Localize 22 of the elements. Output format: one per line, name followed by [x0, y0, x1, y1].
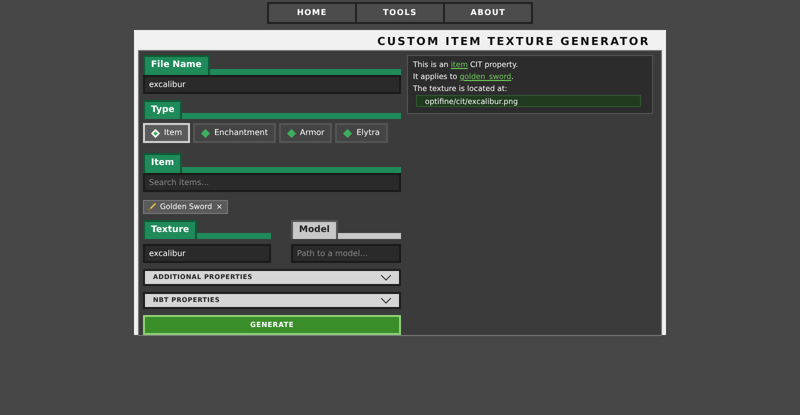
type-option[interactable]: Item — [143, 123, 190, 143]
input-field[interactable]: excalibur — [143, 74, 401, 94]
field-label: Type — [143, 100, 182, 119]
page-title: CUSTOM ITEM TEXTURE GENERATOR — [376, 34, 651, 50]
field-label: File Name — [143, 55, 210, 74]
field-label: Model — [291, 220, 338, 239]
nav-button[interactable]: TOOLS — [357, 4, 443, 22]
type-option[interactable]: Elytra — [335, 123, 388, 143]
diamond-icon — [286, 128, 296, 138]
input-field[interactable]: Path to a model... — [291, 244, 401, 263]
diamond-icon — [151, 128, 160, 138]
type-option[interactable]: Enchantment — [193, 123, 276, 143]
nav-button[interactable]: HOME — [269, 4, 355, 22]
diamond-icon — [343, 128, 352, 138]
diamond-icon — [201, 128, 210, 138]
sword-icon — [148, 202, 156, 210]
nav-button[interactable]: ABOUT — [445, 4, 531, 22]
field-label: Item — [143, 153, 182, 172]
field-label: Texture — [143, 220, 198, 239]
input-field[interactable]: Search items... — [143, 172, 401, 192]
type-option[interactable]: Armor — [278, 123, 332, 143]
input-field[interactable]: excalibur — [143, 244, 271, 263]
